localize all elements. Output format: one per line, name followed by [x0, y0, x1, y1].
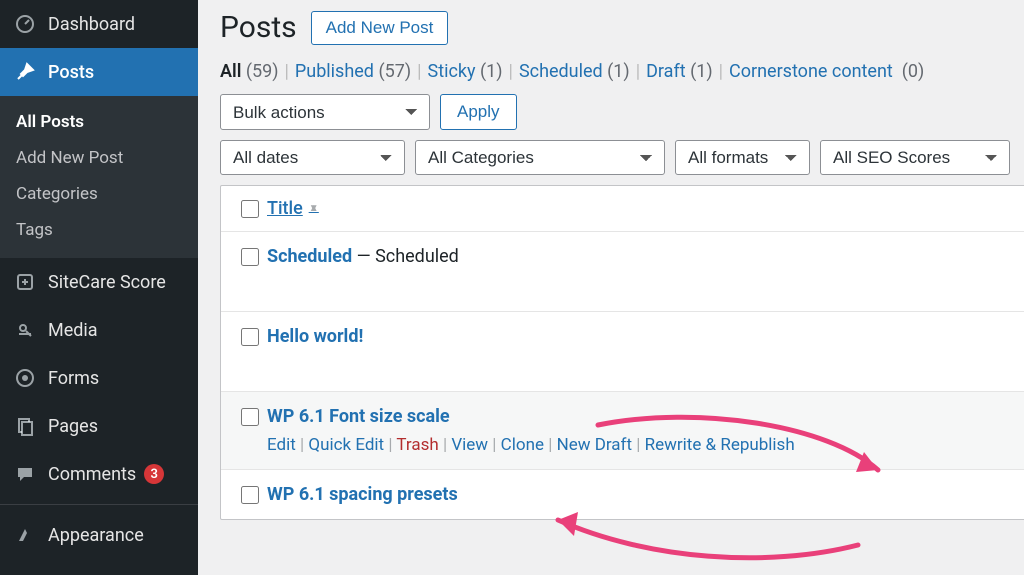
- action-rewrite-republish[interactable]: Rewrite & Republish: [645, 435, 795, 455]
- row-actions: Edit | Quick Edit | Trash | View | Clone…: [267, 435, 1024, 455]
- table-row: Hello world!: [221, 312, 1024, 392]
- submenu-categories[interactable]: Categories: [0, 176, 198, 212]
- action-trash[interactable]: Trash: [396, 435, 438, 455]
- filter-sticky[interactable]: Sticky: [428, 61, 476, 82]
- post-title-link[interactable]: Hello world!: [267, 326, 363, 347]
- filter-scheduled[interactable]: Scheduled: [519, 61, 603, 82]
- menu-label: Posts: [48, 62, 94, 83]
- table-row: WP 6.1 spacing presets: [221, 470, 1024, 519]
- posts-submenu: All Posts Add New Post Categories Tags: [0, 96, 198, 258]
- post-title-link[interactable]: WP 6.1 Font size scale: [267, 406, 450, 427]
- appearance-icon: [14, 524, 36, 546]
- menu-label: Pages: [48, 416, 98, 437]
- menu-forms[interactable]: Forms: [0, 354, 198, 402]
- action-view[interactable]: View: [451, 435, 488, 455]
- status-filters: All (59) | Published (57) | Sticky (1) |…: [220, 61, 1024, 82]
- forms-icon: [14, 367, 36, 389]
- menu-media[interactable]: Media: [0, 306, 198, 354]
- menu-pages[interactable]: Pages: [0, 402, 198, 450]
- seo-filter-select[interactable]: All SEO Scores: [820, 140, 1010, 175]
- filter-draft[interactable]: Draft: [646, 61, 686, 82]
- page-title: Posts: [220, 10, 297, 45]
- select-all-checkbox[interactable]: [241, 200, 259, 218]
- submenu-add-new[interactable]: Add New Post: [0, 140, 198, 176]
- column-title-sort[interactable]: Title ▲▼: [267, 198, 319, 219]
- row-checkbox[interactable]: [241, 408, 259, 426]
- menu-separator: [0, 504, 198, 505]
- filter-all-count: (59): [246, 61, 279, 82]
- pin-icon: [14, 61, 36, 83]
- action-new-draft[interactable]: New Draft: [557, 435, 632, 455]
- menu-dashboard[interactable]: Dashboard: [0, 0, 198, 48]
- post-title-link[interactable]: Scheduled: [267, 246, 352, 267]
- filter-cornerstone-count: (0): [902, 61, 925, 82]
- submenu-tags[interactable]: Tags: [0, 212, 198, 248]
- menu-sitecare[interactable]: SiteCare Score: [0, 258, 198, 306]
- filter-published-count: (57): [378, 61, 411, 82]
- menu-posts[interactable]: Posts: [0, 48, 198, 96]
- post-state: — Scheduled: [352, 246, 459, 267]
- categories-filter-select[interactable]: All Categories: [415, 140, 665, 175]
- submenu-all-posts[interactable]: All Posts: [0, 104, 198, 140]
- pages-icon: [14, 415, 36, 437]
- table-row: Scheduled — Scheduled: [221, 232, 1024, 312]
- dashboard-icon: [14, 13, 36, 35]
- menu-appearance[interactable]: Appearance: [0, 511, 198, 559]
- filter-draft-count: (1): [690, 61, 713, 82]
- filter-sticky-count: (1): [480, 61, 503, 82]
- dates-filter-select[interactable]: All dates: [220, 140, 405, 175]
- action-clone[interactable]: Clone: [501, 435, 544, 455]
- main-content: Posts Add New Post All (59) | Published …: [198, 0, 1024, 575]
- plus-box-icon: [14, 271, 36, 293]
- row-checkbox[interactable]: [241, 248, 259, 266]
- menu-label: SiteCare Score: [48, 272, 166, 293]
- row-checkbox[interactable]: [241, 328, 259, 346]
- menu-label: Appearance: [48, 525, 144, 546]
- filter-scheduled-count: (1): [607, 61, 630, 82]
- apply-button[interactable]: Apply: [440, 94, 517, 130]
- action-edit[interactable]: Edit: [267, 435, 296, 455]
- add-new-post-button[interactable]: Add New Post: [311, 11, 449, 45]
- post-title-link[interactable]: WP 6.1 spacing presets: [267, 484, 458, 505]
- action-quick-edit[interactable]: Quick Edit: [308, 435, 384, 455]
- menu-comments[interactable]: Comments 3: [0, 450, 198, 498]
- menu-label: Forms: [48, 368, 99, 389]
- table-row: WP 6.1 Font size scale Edit | Quick Edit…: [221, 392, 1024, 470]
- menu-label: Dashboard: [48, 14, 135, 35]
- comments-count-badge: 3: [144, 464, 164, 484]
- media-icon: [14, 319, 36, 341]
- filter-published[interactable]: Published: [295, 61, 374, 82]
- filter-cornerstone[interactable]: Cornerstone content: [729, 61, 893, 82]
- row-checkbox[interactable]: [241, 486, 259, 504]
- admin-sidebar: Dashboard Posts All Posts Add New Post C…: [0, 0, 198, 575]
- menu-label: Comments: [48, 464, 136, 485]
- menu-label: Media: [48, 320, 98, 341]
- posts-table: Title ▲▼ Scheduled — Scheduled Hello wor…: [220, 185, 1024, 520]
- formats-filter-select[interactable]: All formats: [675, 140, 810, 175]
- filter-all[interactable]: All: [220, 61, 241, 82]
- bulk-actions-select[interactable]: Bulk actions: [220, 94, 430, 130]
- comments-icon: [14, 463, 36, 485]
- table-header-row: Title ▲▼: [221, 186, 1024, 232]
